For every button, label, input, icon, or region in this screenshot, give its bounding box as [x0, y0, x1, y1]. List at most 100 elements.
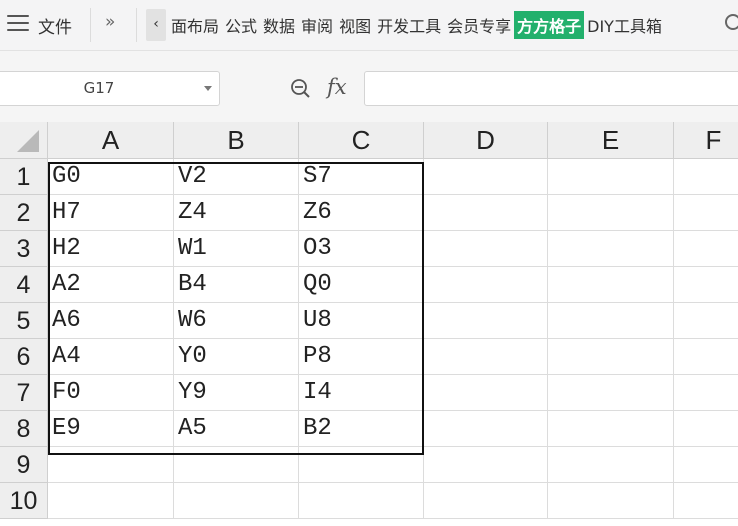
cell[interactable]: H7 — [48, 195, 174, 231]
cell[interactable]: I4 — [299, 375, 424, 411]
more-tabs-icon[interactable]: » — [105, 12, 116, 32]
row-header[interactable]: 8 — [0, 411, 48, 447]
cell[interactable] — [548, 195, 674, 231]
cell[interactable]: P8 — [299, 339, 424, 375]
cell[interactable] — [548, 159, 674, 195]
cell[interactable] — [674, 375, 738, 411]
cell[interactable]: A5 — [174, 411, 299, 447]
cell[interactable]: O3 — [299, 231, 424, 267]
cell[interactable] — [424, 231, 548, 267]
file-menu[interactable]: 文件 — [38, 13, 72, 38]
cell[interactable] — [548, 447, 674, 483]
row-header[interactable]: 5 — [0, 303, 48, 339]
fx-icon[interactable]: fx — [327, 75, 347, 99]
ribbon-tabs: 面布局 公式 数据 审阅 视图 开发工具 会员专享 方方格子 DIY工具箱 — [168, 0, 665, 50]
cell[interactable] — [548, 231, 674, 267]
divider — [136, 8, 137, 42]
zoom-icon[interactable] — [290, 78, 311, 99]
cell[interactable] — [674, 195, 738, 231]
cell[interactable]: Y0 — [174, 339, 299, 375]
cell[interactable]: G0 — [48, 159, 174, 195]
column-header[interactable]: C — [299, 122, 424, 159]
cell[interactable]: Q0 — [299, 267, 424, 303]
cell[interactable] — [174, 447, 299, 483]
cell[interactable] — [674, 231, 738, 267]
cell[interactable] — [174, 483, 299, 519]
cell-reference: G17 — [83, 79, 115, 97]
cell[interactable] — [299, 447, 424, 483]
column-header[interactable]: E — [548, 122, 674, 159]
cell[interactable] — [424, 447, 548, 483]
select-all-corner[interactable] — [0, 122, 48, 159]
cell[interactable] — [674, 447, 738, 483]
cell[interactable] — [548, 267, 674, 303]
ribbon-tab[interactable]: 方方格子 — [514, 11, 585, 39]
cell[interactable] — [424, 375, 548, 411]
cell[interactable] — [424, 483, 548, 519]
row-header[interactable]: 10 — [0, 483, 48, 519]
cell[interactable]: Y9 — [174, 375, 299, 411]
ribbon-tab[interactable]: DIY工具箱 — [584, 13, 665, 37]
ribbon-tab[interactable]: 视图 — [336, 13, 374, 37]
search-icon[interactable] — [725, 14, 738, 30]
cell[interactable] — [424, 411, 548, 447]
cell[interactable]: Z4 — [174, 195, 299, 231]
cell[interactable]: V2 — [174, 159, 299, 195]
scroll-tabs-left-icon[interactable]: ‹ — [146, 9, 166, 41]
row-header[interactable]: 3 — [0, 231, 48, 267]
menu-icon[interactable] — [7, 15, 29, 31]
cell[interactable] — [424, 339, 548, 375]
ribbon-tab[interactable]: 数据 — [260, 13, 298, 37]
cell[interactable] — [548, 339, 674, 375]
cell[interactable] — [674, 411, 738, 447]
cell[interactable]: A6 — [48, 303, 174, 339]
row-header[interactable]: 6 — [0, 339, 48, 375]
cell[interactable] — [548, 375, 674, 411]
cell[interactable] — [424, 159, 548, 195]
cell[interactable] — [424, 267, 548, 303]
cell[interactable] — [674, 267, 738, 303]
cell[interactable] — [674, 159, 738, 195]
cell[interactable] — [674, 303, 738, 339]
cell[interactable] — [548, 303, 674, 339]
column-header[interactable]: F — [674, 122, 738, 159]
chevron-down-icon[interactable] — [204, 86, 212, 91]
column-header[interactable]: A — [48, 122, 174, 159]
cell[interactable]: Z6 — [299, 195, 424, 231]
cell[interactable]: S7 — [299, 159, 424, 195]
column-header[interactable]: B — [174, 122, 299, 159]
cell[interactable] — [674, 483, 738, 519]
row-header[interactable]: 2 — [0, 195, 48, 231]
cell[interactable]: W1 — [174, 231, 299, 267]
ribbon-tab[interactable]: 公式 — [222, 13, 260, 37]
ribbon-tab[interactable]: 会员专享 — [444, 13, 514, 37]
cell[interactable] — [548, 483, 674, 519]
cell[interactable]: F0 — [48, 375, 174, 411]
formula-input[interactable] — [364, 71, 738, 106]
cell[interactable]: A2 — [48, 267, 174, 303]
column-header[interactable]: D — [424, 122, 548, 159]
cell[interactable] — [48, 483, 174, 519]
cell[interactable]: W6 — [174, 303, 299, 339]
cell[interactable] — [674, 339, 738, 375]
cell[interactable] — [548, 411, 674, 447]
row-header[interactable]: 4 — [0, 267, 48, 303]
cell[interactable] — [424, 303, 548, 339]
cell[interactable]: U8 — [299, 303, 424, 339]
ribbon-tab[interactable]: 开发工具 — [374, 13, 444, 37]
cell[interactable]: E9 — [48, 411, 174, 447]
ribbon-tab[interactable]: 审阅 — [298, 13, 336, 37]
row-header[interactable]: 1 — [0, 159, 48, 195]
cell[interactable] — [48, 447, 174, 483]
cell[interactable]: H2 — [48, 231, 174, 267]
cell[interactable]: B2 — [299, 411, 424, 447]
row-header[interactable]: 7 — [0, 375, 48, 411]
cell[interactable] — [299, 483, 424, 519]
cell[interactable]: B4 — [174, 267, 299, 303]
cell[interactable]: A4 — [48, 339, 174, 375]
cell[interactable] — [424, 195, 548, 231]
ribbon-tab[interactable]: 面布局 — [168, 13, 222, 37]
name-box[interactable]: G17 — [0, 71, 220, 106]
spreadsheet-grid: A B C D E F 1 G0 V2 S7 2 H7 Z4 Z6 3 H2 W1 O3 4 A2 B4 Q0 5 A6 W6 U… — [0, 122, 738, 526]
row-header[interactable]: 9 — [0, 447, 48, 483]
